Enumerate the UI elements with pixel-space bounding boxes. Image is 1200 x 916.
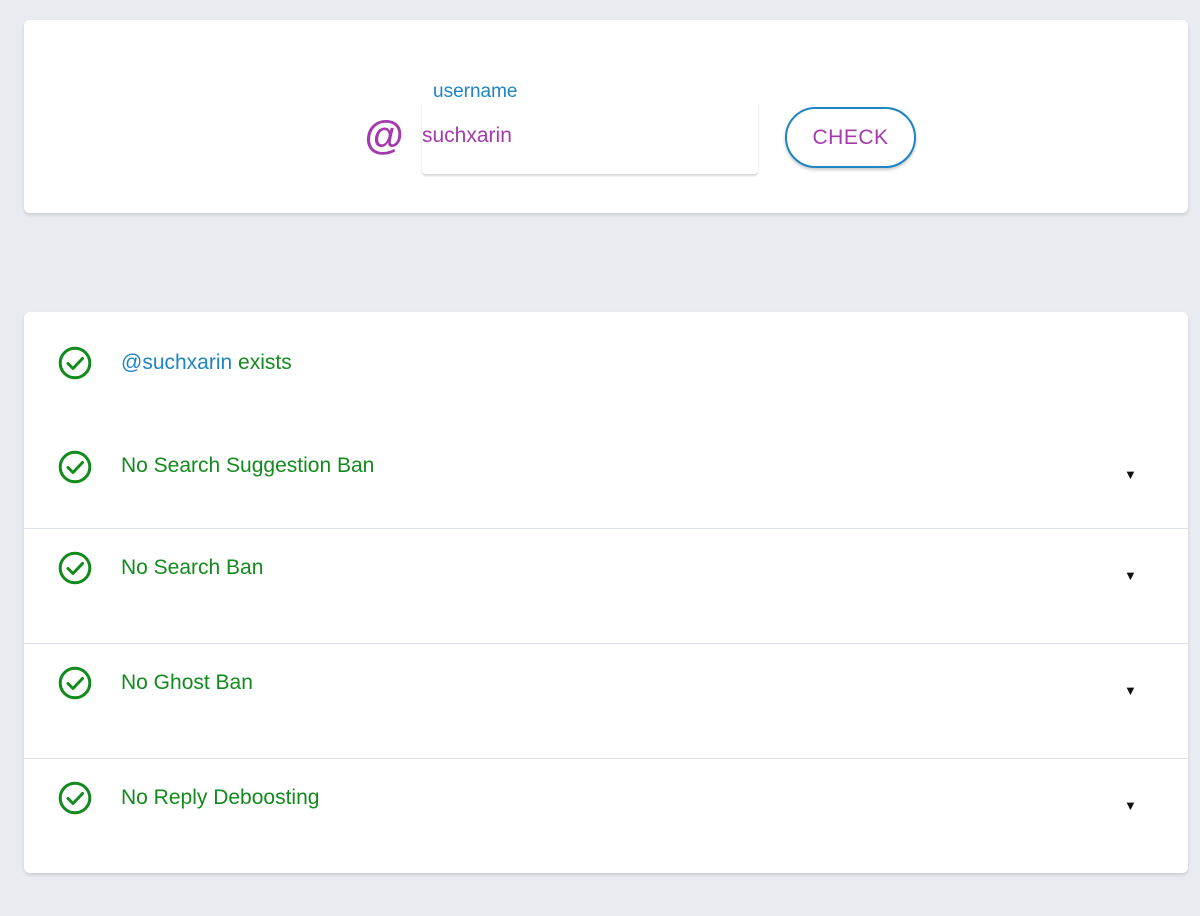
check-circle-icon [58, 450, 92, 484]
result-row-search-suggestion-ban[interactable]: No Search Suggestion Ban ▼ [24, 312, 1188, 484]
check-circle-icon [58, 551, 92, 585]
result-label: No Ghost Ban [121, 671, 253, 694]
results-card: @suchxarin exists No Search Suggestion B… [24, 312, 1188, 873]
chevron-down-icon[interactable]: ▼ [1124, 684, 1137, 697]
result-row-ghost-ban[interactable]: No Ghost Ban ▼ [24, 643, 1188, 759]
result-label: No Search Ban [121, 556, 264, 579]
username-input[interactable] [422, 120, 742, 152]
chevron-down-icon[interactable]: ▼ [1124, 569, 1137, 582]
chevron-down-icon[interactable]: ▼ [1124, 799, 1137, 812]
check-circle-icon [58, 781, 92, 815]
check-button[interactable]: CHECK [785, 107, 916, 168]
result-row-reply-deboosting[interactable]: No Reply Deboosting ▼ [24, 758, 1188, 874]
result-row-search-ban[interactable]: No Search Ban ▼ [24, 528, 1188, 644]
check-circle-icon [58, 666, 92, 700]
result-label: No Search Suggestion Ban [121, 454, 375, 477]
chevron-down-icon[interactable]: ▼ [1124, 468, 1137, 481]
at-symbol: @ [364, 114, 404, 158]
result-label: No Reply Deboosting [121, 786, 320, 809]
search-card: @ username CHECK [24, 20, 1188, 213]
username-label: username [433, 81, 518, 102]
username-field[interactable] [422, 100, 758, 174]
